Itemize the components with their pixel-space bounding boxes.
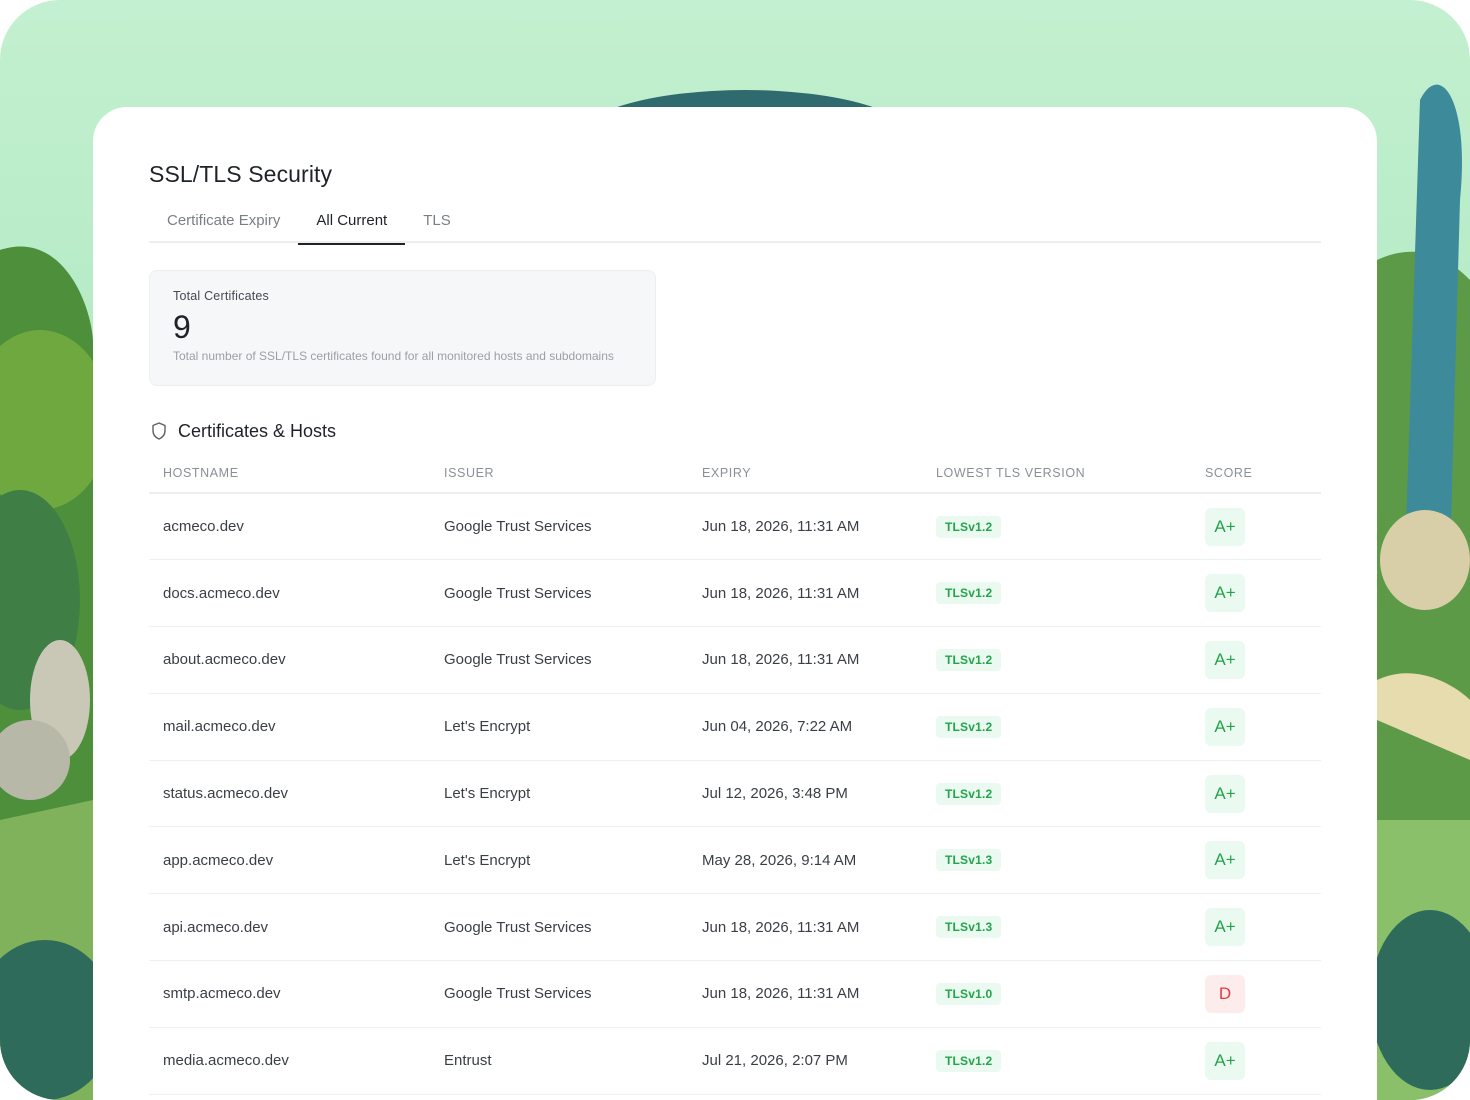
score-badge: A+ <box>1205 841 1245 880</box>
cell-score: D <box>1191 960 1321 1028</box>
cell-tls: TLSv1.3 <box>922 893 1191 962</box>
header-score[interactable]: SCORE <box>1191 453 1321 494</box>
cell-issuer: Google Trust Services <box>430 493 688 561</box>
cell-score: A+ <box>1191 1027 1321 1095</box>
cell-expiry: Jun 04, 2026, 7:22 AM <box>688 693 922 761</box>
cell-hostname: status.acmeco.dev <box>149 760 430 828</box>
cell-hostname: smtp.acmeco.dev <box>149 960 430 1028</box>
tls-version-badge: TLSv1.3 <box>936 916 1002 939</box>
cell-expiry: Jun 18, 2026, 11:31 AM <box>688 960 922 1028</box>
cell-tls: TLSv1.2 <box>922 559 1191 628</box>
header-hostname[interactable]: HOSTNAME <box>149 453 430 494</box>
tls-version-badge: TLSv1.3 <box>936 849 1002 872</box>
score-badge: A+ <box>1205 774 1245 813</box>
shield-icon <box>149 421 169 441</box>
cell-tls: TLSv1.2 <box>922 693 1191 761</box>
cell-tls: TLSv1.2 <box>922 760 1191 828</box>
tls-version-badge: TLSv1.2 <box>936 515 1002 538</box>
cell-score: A+ <box>1191 826 1321 895</box>
table-row[interactable]: docs.acmeco.dev Google Trust Services Ju… <box>149 559 1321 628</box>
table-row[interactable]: api.acmeco.dev Google Trust Services Jun… <box>149 893 1321 962</box>
cell-issuer: Google Trust Services <box>430 559 688 628</box>
cell-score: A+ <box>1191 760 1321 828</box>
cell-score: A+ <box>1191 493 1321 561</box>
cell-tls: TLSv1.0 <box>922 960 1191 1028</box>
certificates-table: HOSTNAME ISSUER EXPIRY LOWEST TLS VERSIO… <box>149 453 1321 1095</box>
tab-bar: Certificate Expiry All Current TLS <box>149 207 1321 245</box>
tls-version-badge: TLSv1.2 <box>936 715 1002 738</box>
tls-version-badge: TLSv1.0 <box>936 982 1002 1005</box>
cell-score: A+ <box>1191 693 1321 761</box>
cell-expiry: Jun 18, 2026, 11:31 AM <box>688 893 922 962</box>
cell-issuer: Let's Encrypt <box>430 826 688 895</box>
stat-description: Total number of SSL/TLS certificates fou… <box>173 349 614 363</box>
table-row[interactable]: about.acmeco.dev Google Trust Services J… <box>149 626 1321 694</box>
score-badge: A+ <box>1205 707 1245 746</box>
cell-score: A+ <box>1191 626 1321 694</box>
cell-issuer: Google Trust Services <box>430 893 688 962</box>
cell-hostname: acmeco.dev <box>149 493 430 561</box>
score-badge: D <box>1205 974 1245 1013</box>
page-title: SSL/TLS Security <box>149 161 333 187</box>
cell-issuer: Let's Encrypt <box>430 693 688 761</box>
stat-label: Total Certificates <box>173 289 269 303</box>
tls-version-badge: TLSv1.2 <box>936 648 1002 671</box>
cell-expiry: Jun 18, 2026, 11:31 AM <box>688 626 922 694</box>
score-badge: A+ <box>1205 908 1245 947</box>
score-badge: A+ <box>1205 574 1245 613</box>
table-row[interactable]: acmeco.dev Google Trust Services Jun 18,… <box>149 493 1321 561</box>
tls-version-badge: TLSv1.2 <box>936 782 1002 805</box>
cell-tls: TLSv1.3 <box>922 826 1191 895</box>
section-header: Certificates & Hosts <box>149 417 1321 445</box>
cell-expiry: Jul 21, 2026, 2:07 PM <box>688 1027 922 1095</box>
cell-issuer: Google Trust Services <box>430 960 688 1028</box>
cell-hostname: about.acmeco.dev <box>149 626 430 694</box>
cell-hostname: docs.acmeco.dev <box>149 559 430 628</box>
score-badge: A+ <box>1205 640 1245 679</box>
cell-hostname: media.acmeco.dev <box>149 1027 430 1095</box>
table-header-row: HOSTNAME ISSUER EXPIRY LOWEST TLS VERSIO… <box>149 453 1321 494</box>
section-title: Certificates & Hosts <box>178 420 337 441</box>
cell-expiry: May 28, 2026, 9:14 AM <box>688 826 922 895</box>
table-row[interactable]: app.acmeco.dev Let's Encrypt May 28, 202… <box>149 826 1321 895</box>
header-expiry[interactable]: EXPIRY <box>688 453 922 494</box>
score-badge: A+ <box>1205 1041 1245 1080</box>
cell-score: A+ <box>1191 893 1321 962</box>
table-row[interactable]: media.acmeco.dev Entrust Jul 21, 2026, 2… <box>149 1027 1321 1095</box>
score-badge: A+ <box>1205 507 1245 546</box>
table-row[interactable]: smtp.acmeco.dev Google Trust Services Ju… <box>149 960 1321 1028</box>
cell-issuer: Entrust <box>430 1027 688 1095</box>
cell-hostname: api.acmeco.dev <box>149 893 430 962</box>
cell-hostname: app.acmeco.dev <box>149 826 430 895</box>
cell-hostname: mail.acmeco.dev <box>149 693 430 761</box>
tab-certificate-expiry[interactable]: Certificate Expiry <box>149 207 298 243</box>
cell-issuer: Let's Encrypt <box>430 760 688 828</box>
stat-value: 9 <box>173 309 191 345</box>
cell-tls: TLSv1.2 <box>922 626 1191 694</box>
tls-version-badge: TLSv1.2 <box>936 1049 1002 1072</box>
cell-score: A+ <box>1191 559 1321 628</box>
tab-tls[interactable]: TLS <box>405 207 469 243</box>
total-certificates-card: Total Certificates 9 Total number of SSL… <box>149 270 656 386</box>
cell-issuer: Google Trust Services <box>430 626 688 694</box>
cell-expiry: Jul 12, 2026, 3:48 PM <box>688 760 922 828</box>
cell-expiry: Jun 18, 2026, 11:31 AM <box>688 559 922 628</box>
table-row[interactable]: mail.acmeco.dev Let's Encrypt Jun 04, 20… <box>149 693 1321 761</box>
cell-tls: TLSv1.2 <box>922 493 1191 561</box>
header-issuer[interactable]: ISSUER <box>430 453 688 494</box>
header-lowest-tls-version[interactable]: LOWEST TLS VERSION <box>922 453 1191 494</box>
security-panel: SSL/TLS Security Certificate Expiry All … <box>93 107 1377 1100</box>
table-row[interactable]: status.acmeco.dev Let's Encrypt Jul 12, … <box>149 760 1321 828</box>
cell-expiry: Jun 18, 2026, 11:31 AM <box>688 493 922 561</box>
tab-all-current[interactable]: All Current <box>298 207 406 245</box>
tls-version-badge: TLSv1.2 <box>936 582 1002 605</box>
cell-tls: TLSv1.2 <box>922 1027 1191 1095</box>
